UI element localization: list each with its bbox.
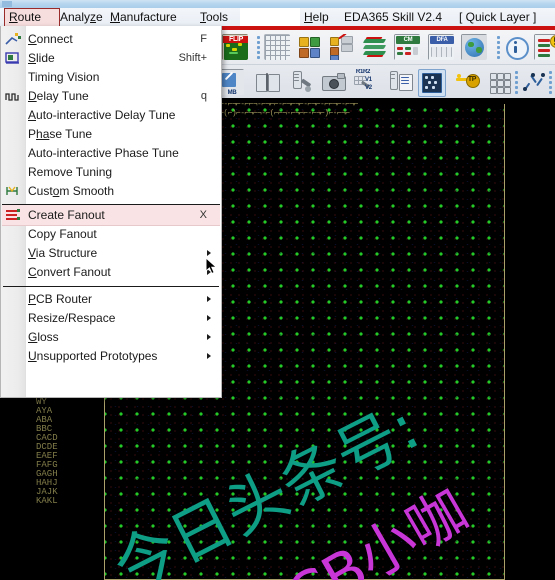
chevron-right-icon — [207, 315, 211, 321]
menu-item-label: Auto-interactive Delay Tune — [28, 108, 176, 122]
globe-web-icon[interactable] — [461, 34, 487, 60]
menu-item-copy-fanout[interactable]: Copy Fanout — [2, 225, 220, 243]
menu-item-label: Create Fanout — [28, 208, 105, 222]
menu-help[interactable]: Help — [300, 9, 333, 25]
padstack-grid-icon[interactable] — [418, 69, 446, 97]
menu-item-convert-fanout[interactable]: Convert Fanout — [2, 263, 220, 281]
dfa-table-icon[interactable]: DFA — [428, 34, 454, 60]
menu-item-label: Custom Smooth — [28, 184, 115, 198]
menu-item-auto-interactive-phase-tune[interactable]: Auto-interactive Phase Tune — [2, 144, 220, 162]
menu-item-auto-interactive-delay-tune[interactable]: Auto-interactive Delay Tune — [2, 106, 220, 124]
menu-item-label: Resize/Respace — [28, 311, 116, 325]
menu-separator-2 — [3, 286, 219, 287]
measure-list-icon[interactable] — [387, 69, 413, 95]
menu-item-label: Copy Fanout — [28, 227, 97, 241]
window-system-icon — [2, 1, 12, 7]
menu-item-connect[interactable]: Connect F — [2, 30, 220, 48]
menu-item-label: PCB Router — [28, 292, 93, 306]
slide-trace-icon — [4, 50, 22, 66]
chevron-right-icon — [207, 250, 211, 256]
camera-snapshot-icon[interactable] — [320, 69, 346, 95]
menu-item-label: Convert Fanout — [28, 265, 111, 279]
color-visibility-icon[interactable] — [296, 34, 322, 60]
info-icon[interactable] — [503, 34, 529, 60]
menu-item-unsupported-prototypes[interactable]: Unsupported Prototypes — [2, 347, 220, 365]
menu-quick-layer[interactable]: [ Quick Layer ] — [455, 9, 540, 25]
menu-tools[interactable]: Tools — [196, 9, 232, 25]
menu-item-slide[interactable]: Slide Shift+ — [2, 49, 220, 67]
signal-waveform-icon[interactable] — [521, 69, 547, 95]
window-title-bar — [0, 0, 555, 8]
chevron-right-icon — [207, 296, 211, 302]
menu-item-label: Slide — [28, 51, 55, 65]
menu-item-label: Phase Tune — [28, 127, 93, 141]
menu-item-shortcut: q — [200, 90, 207, 102]
menu-item-delay-tune[interactable]: Delay Tune q — [2, 87, 220, 105]
sub-drawing-icon[interactable] — [328, 34, 354, 60]
toolbar-grip-2[interactable] — [256, 34, 261, 60]
delay-tune-icon — [4, 88, 22, 104]
toolbar-grip-4[interactable] — [514, 69, 519, 95]
menu-item-pcb-router[interactable]: PCB Router — [2, 290, 220, 308]
report-warning-icon[interactable] — [534, 34, 555, 60]
layer-stackup-icon[interactable] — [362, 34, 388, 60]
menu-item-label: Auto-interactive Phase Tune — [28, 146, 179, 160]
flip-design-icon[interactable]: FLIP — [222, 34, 248, 60]
chevron-right-icon — [207, 353, 211, 359]
menu-item-shortcut: Shift+ — [178, 52, 207, 64]
menu-item-via-structure[interactable]: Via Structure — [2, 244, 220, 262]
menu-item-label: Connect — [28, 32, 73, 46]
pcb-row-labels: WY AYA ABA BBC CACD DCDE EAEF FAFG GAGH … — [36, 397, 58, 506]
toolbar-grip-3[interactable] — [496, 34, 501, 60]
menu-route[interactable]: Route — [4, 8, 60, 27]
chevron-right-icon — [207, 334, 211, 340]
ref-des-tool-icon[interactable]: R1R2 V1 V2 — [353, 69, 379, 95]
menu-item-label: Unsupported Prototypes — [28, 349, 158, 363]
menu-item-create-fanout[interactable]: Create Fanout X — [2, 204, 220, 226]
menu-item-resize-respace[interactable]: Resize/Respace — [2, 309, 220, 327]
pin-array-icon[interactable] — [486, 69, 512, 95]
main-toolbar: FLIP CM DFA MB R1R2 V1 V2 TP — [216, 30, 555, 99]
menu-item-label: Timing Vision — [28, 70, 100, 84]
menu-item-label: Remove Tuning — [28, 165, 113, 179]
main-menu-bar: Route Analyze Manufacture Tools Help EDA… — [0, 8, 555, 27]
menu-item-shortcut: X — [199, 209, 207, 221]
menu-item-timing-vision[interactable]: Timing Vision — [2, 68, 220, 86]
menu-item-label: Via Structure — [28, 246, 98, 260]
menu-item-custom-smooth[interactable]: Custom Smooth — [2, 182, 220, 200]
menu-item-gloss[interactable]: Gloss — [2, 328, 220, 346]
menu-manufacture[interactable]: Manufacture — [106, 9, 181, 25]
eda365-pcb-application-window: Route Analyze Manufacture Tools Help EDA… — [0, 0, 555, 580]
menu-item-remove-tuning[interactable]: Remove Tuning — [2, 163, 220, 181]
connect-trace-icon — [4, 31, 22, 47]
toolbar-row-2: MB R1R2 V1 V2 TP — [216, 64, 555, 98]
probe-tool-icon[interactable] — [288, 69, 314, 95]
create-fanout-icon — [4, 207, 22, 223]
custom-smooth-icon — [4, 183, 22, 199]
menu-item-shortcut: F — [200, 33, 207, 45]
route-dropdown-menu: Connect F Slide Shift+ Timing Vision Del… — [0, 26, 222, 398]
menu-eda365-skill[interactable]: EDA365 Skill V2.4 — [340, 9, 446, 25]
menu-item-label: Delay Tune — [28, 89, 89, 103]
toolbar-row-1: FLIP CM DFA — [216, 30, 555, 64]
menu-analyze[interactable]: Analyze — [56, 9, 107, 25]
book-open-icon[interactable] — [254, 69, 280, 95]
toolbar-grip-5[interactable] — [548, 69, 553, 95]
testpoint-icon[interactable]: TP — [454, 69, 480, 95]
constraint-manager-icon[interactable]: CM — [394, 34, 420, 60]
grid-toggle-icon[interactable] — [264, 34, 290, 60]
menu-item-phase-tune[interactable]: Phase Tune — [2, 125, 220, 143]
menu-item-label: Gloss — [28, 330, 59, 344]
menubar-gap — [240, 8, 300, 26]
